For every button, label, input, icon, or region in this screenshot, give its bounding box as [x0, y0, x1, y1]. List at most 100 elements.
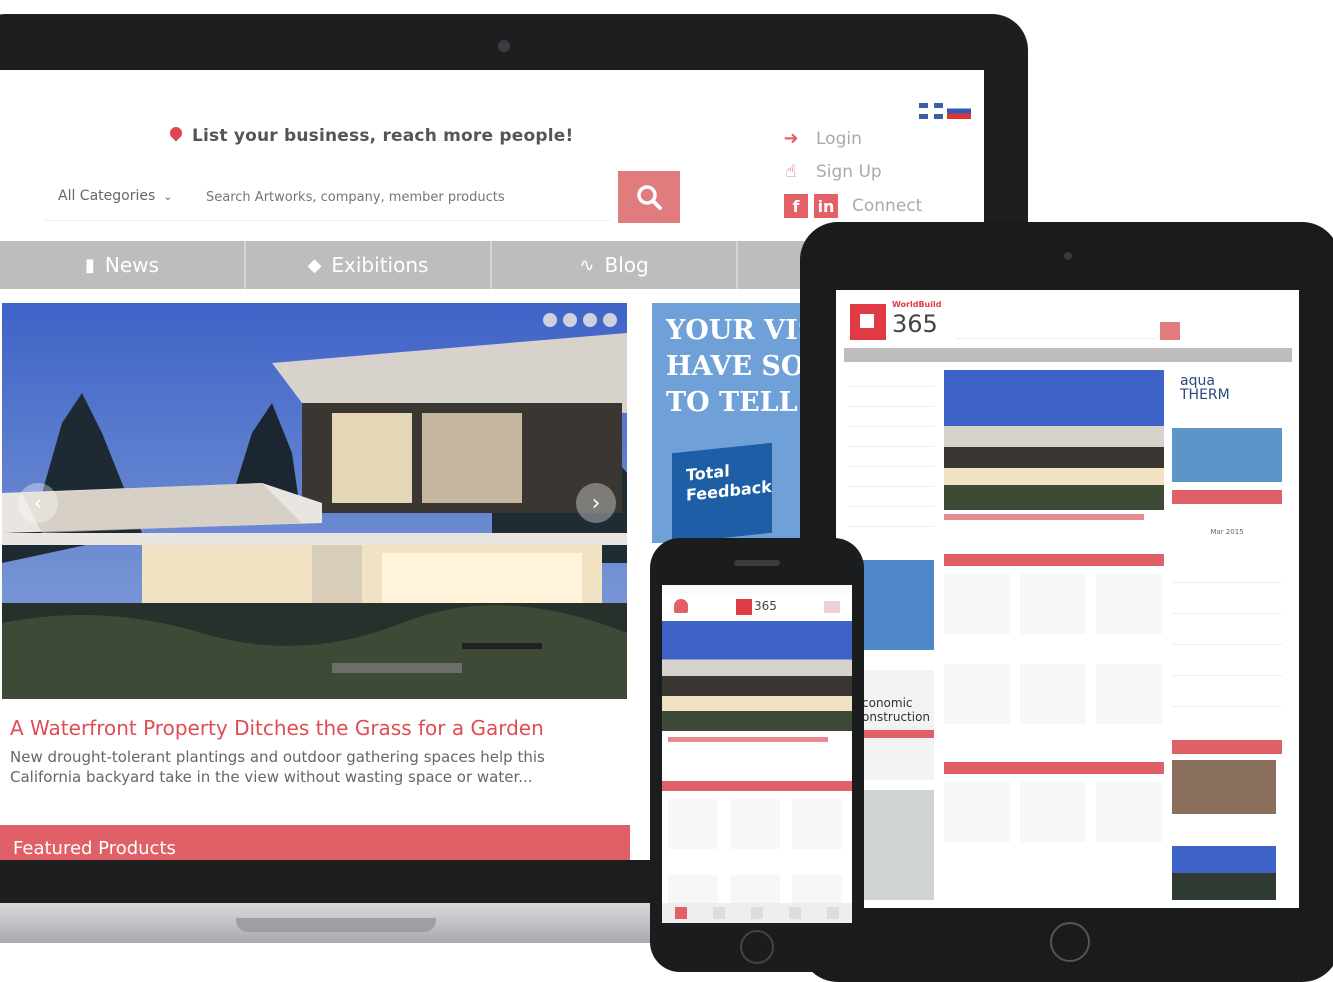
tag-icon: ◆ — [307, 254, 322, 276]
language-flags — [915, 100, 971, 119]
tablet-products-grid — [944, 574, 1164, 754]
rss-icon[interactable] — [789, 907, 801, 919]
tablet-logo-name: WorldBuild — [892, 300, 942, 309]
ad-text: YOUR VIS HAVE SO TO TELL — [666, 315, 818, 418]
tablet-blog-image-2[interactable] — [1172, 846, 1276, 900]
product-card[interactable] — [668, 875, 718, 905]
newspaper-icon: ▮ — [85, 254, 95, 276]
slider-dots — [537, 313, 617, 327]
tablet-featured-header — [944, 554, 1164, 566]
rss-icon: ∿ — [579, 254, 595, 276]
phone-hero-headline[interactable] — [668, 737, 828, 742]
tablet-logo-mark — [850, 304, 886, 340]
nav-blog[interactable]: ∿ Blog — [492, 241, 738, 289]
tablet-events-header — [1172, 490, 1282, 504]
tablet-screen: WorldBuild 365 conomic onstruction aqua … — [836, 290, 1299, 908]
tablet-search-input[interactable] — [956, 322, 1156, 339]
product-card[interactable] — [1020, 664, 1086, 724]
tablet-search-button[interactable] — [1160, 322, 1180, 340]
tablet-photo — [862, 790, 934, 900]
signup-link[interactable]: ☝ Sign Up — [780, 155, 882, 188]
linkedin-icon[interactable]: in — [814, 194, 838, 218]
home-grid-icon[interactable] — [675, 907, 687, 919]
uk-flag-icon[interactable] — [919, 102, 943, 119]
product-card[interactable] — [1020, 574, 1086, 634]
chevron-right-icon: › — [591, 490, 601, 516]
news-icon[interactable] — [713, 907, 725, 919]
product-card[interactable] — [944, 664, 1010, 724]
phone-status-bar — [662, 585, 852, 593]
tablet-left-ad[interactable] — [862, 560, 934, 650]
search-bar: All Categories ⌄ — [44, 172, 610, 221]
product-card[interactable] — [792, 875, 842, 905]
chevron-down-icon: ⌄ — [163, 190, 173, 203]
product-card[interactable] — [1096, 574, 1162, 634]
hero-house-image — [2, 303, 627, 699]
slider-prev-button[interactable]: ‹ — [18, 483, 58, 523]
phone-logo-mark — [736, 599, 752, 615]
search-icon — [637, 185, 662, 210]
tablet-hero-headline[interactable] — [944, 514, 1144, 520]
social-connect: f in Connect — [784, 194, 922, 218]
slider-dot[interactable] — [543, 313, 557, 327]
product-card[interactable] — [1096, 782, 1162, 842]
tag-icon[interactable] — [751, 907, 763, 919]
hero-description: New drought-tolerant plantings and outdo… — [10, 748, 545, 786]
phone-screen: 365 — [662, 585, 852, 923]
nav-news[interactable]: ▮ News — [0, 241, 246, 289]
featured-products-header: Featured Products — [0, 825, 630, 860]
facebook-icon[interactable]: f — [784, 194, 808, 218]
account-links: ➜ Login ☝ Sign Up — [780, 122, 882, 188]
slider-dot[interactable] — [603, 313, 617, 327]
laptop-camera — [498, 40, 510, 52]
nav-exibitions[interactable]: ◆ Exibitions — [246, 241, 492, 289]
phone-logo-number: 365 — [754, 599, 777, 613]
search-input[interactable] — [204, 184, 598, 210]
hero-slider[interactable]: ‹ › — [2, 303, 627, 699]
user-icon[interactable] — [674, 599, 688, 613]
tablet-logo-number: 365 — [892, 310, 938, 338]
slider-dot[interactable] — [583, 313, 597, 327]
hero-headline[interactable]: A Waterfront Property Ditches the Grass … — [10, 716, 544, 740]
slogan: List your business, reach more people! — [167, 124, 573, 146]
tablet-calendar[interactable]: Mar 2015 — [1172, 512, 1282, 542]
hand-pointer-icon: ☝ — [785, 160, 797, 182]
product-card[interactable] — [1020, 782, 1086, 842]
product-card[interactable] — [944, 574, 1010, 634]
tablet-blog-image[interactable] — [1172, 760, 1276, 814]
product-card[interactable] — [730, 875, 780, 905]
laptop-notch — [236, 918, 436, 932]
ru-flag-icon[interactable] — [947, 102, 971, 119]
tablet-featured-header-2 — [944, 762, 1164, 774]
slider-next-button[interactable]: › — [576, 483, 616, 523]
tablet-category-list[interactable] — [848, 370, 934, 540]
tablet-aquatherm-ad[interactable]: aqua THERM — [1172, 370, 1282, 482]
product-card[interactable] — [1096, 664, 1162, 724]
pin-icon — [167, 124, 185, 142]
login-icon: ➜ — [783, 127, 799, 149]
login-link[interactable]: ➜ Login — [780, 122, 882, 155]
product-card[interactable] — [730, 799, 780, 849]
phone-hero-image[interactable] — [662, 621, 852, 731]
tablet-nav — [844, 348, 1292, 362]
connect-label[interactable]: Connect — [852, 196, 922, 216]
phone-featured-header — [662, 781, 852, 791]
feedback-box: Total Feedback — [672, 442, 772, 543]
menu-icon[interactable] — [824, 601, 840, 613]
search-button[interactable] — [618, 171, 680, 223]
tablet-home-button — [1050, 922, 1090, 962]
phone-home-button — [740, 930, 774, 964]
category-select[interactable]: All Categories ⌄ — [58, 188, 173, 204]
phone-speaker — [734, 560, 780, 566]
phone-tab-bar — [662, 903, 852, 923]
slider-dot[interactable] — [563, 313, 577, 327]
tablet-hero-image[interactable] — [944, 370, 1164, 510]
more-icon[interactable] — [827, 907, 839, 919]
tablet-exhibitions-list[interactable] — [1172, 552, 1282, 712]
tablet-blog-header — [1172, 740, 1282, 754]
product-card[interactable] — [792, 799, 842, 849]
product-card[interactable] — [944, 782, 1010, 842]
chevron-left-icon: ‹ — [33, 490, 43, 516]
tablet-camera — [1064, 252, 1072, 260]
product-card[interactable] — [668, 799, 718, 849]
